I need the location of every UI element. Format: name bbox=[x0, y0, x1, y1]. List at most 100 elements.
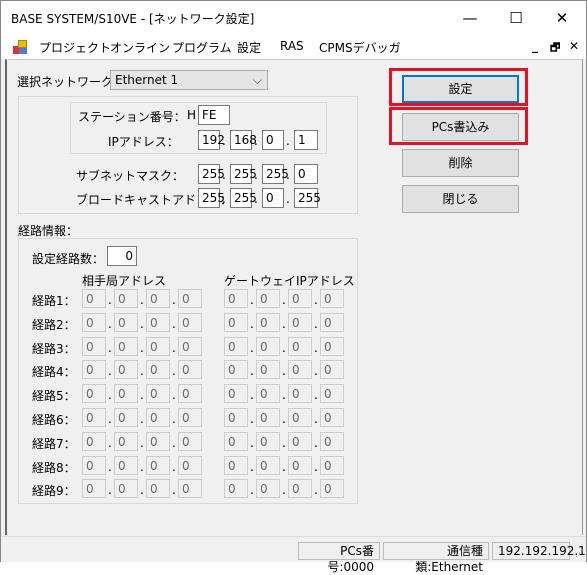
octet-separator: . bbox=[250, 435, 254, 450]
app-icon bbox=[13, 40, 27, 54]
octet-separator: . bbox=[172, 364, 176, 379]
route-gateway-octet-2: 0 bbox=[256, 384, 280, 404]
ip-address-octet-3[interactable]: 0 bbox=[262, 130, 284, 150]
route-dest-octet-4: 0 bbox=[178, 384, 202, 404]
octet-separator: . bbox=[250, 340, 254, 355]
octet-separator: . bbox=[140, 364, 144, 379]
route-dest-octet-2: 0 bbox=[114, 336, 138, 356]
ip-address-octet-1[interactable]: 192 bbox=[198, 130, 225, 150]
route-info-label: 経路情報： bbox=[18, 224, 79, 238]
octet-separator: . bbox=[282, 388, 286, 403]
menu-program[interactable]: プログラム bbox=[172, 39, 232, 56]
octet-separator: . bbox=[172, 412, 176, 426]
octet-separator: . bbox=[140, 459, 144, 474]
route-dest-octet-3: 0 bbox=[146, 336, 170, 356]
subnet-mask-octet-2[interactable]: 255 bbox=[230, 164, 257, 184]
octet-separator: . bbox=[108, 293, 112, 307]
route-gateway-octet-3: 0 bbox=[288, 289, 312, 308]
route-dest-octet-4: 0 bbox=[178, 336, 202, 356]
minimize-button[interactable]: — bbox=[447, 1, 493, 35]
octet-separator: . bbox=[222, 192, 226, 206]
octet-separator: . bbox=[250, 459, 254, 474]
route-dest-octet-1: 0 bbox=[82, 408, 106, 427]
route-gateway-octet-4: 0 bbox=[320, 479, 344, 499]
route-dest-octet-3: 0 bbox=[146, 431, 170, 451]
octet-separator: . bbox=[140, 316, 144, 331]
octet-separator: . bbox=[172, 388, 176, 403]
octet-separator: . bbox=[172, 340, 176, 355]
route-dest-octet-4: 0 bbox=[178, 408, 202, 427]
route-dest-octet-2: 0 bbox=[114, 455, 138, 475]
octet-separator: . bbox=[282, 435, 286, 450]
broadcast-address-octet-3[interactable]: 0 bbox=[262, 188, 284, 208]
octet-separator: . bbox=[140, 412, 144, 426]
menu-settings[interactable]: 設定 bbox=[237, 39, 261, 56]
gateway-ip-header: ゲートウェイIPアドレス bbox=[224, 274, 355, 288]
octet-separator: . bbox=[250, 388, 254, 403]
route-dest-octet-4: 0 bbox=[178, 455, 202, 475]
route-gateway-octet-2: 0 bbox=[256, 431, 280, 451]
octet-separator: . bbox=[314, 340, 318, 355]
mdi-restore-button[interactable]: 🗗 bbox=[550, 39, 560, 58]
octet-separator: . bbox=[140, 435, 144, 450]
title-bar: BASE SYSTEM/S10VE - [ネットワーク設定] — ☐ ✕ bbox=[1, 1, 586, 35]
route-dest-octet-2: 0 bbox=[114, 384, 138, 404]
chevron-down-icon: ⌵ bbox=[252, 73, 262, 87]
route-dest-octet-3: 0 bbox=[146, 479, 170, 499]
route-row-label: 経路7： bbox=[32, 436, 76, 451]
close-button[interactable]: 閉じる bbox=[402, 185, 519, 213]
route-gateway-octet-3: 0 bbox=[288, 431, 312, 451]
route-dest-octet-1: 0 bbox=[82, 455, 106, 475]
subnet-mask-octet-1[interactable]: 255 bbox=[198, 164, 225, 184]
route-gateway-octet-4: 0 bbox=[320, 289, 344, 308]
route-gateway-octet-3: 0 bbox=[288, 336, 312, 356]
route-gateway-octet-1: 0 bbox=[224, 455, 248, 475]
octet-separator: . bbox=[250, 412, 254, 426]
route-gateway-octet-1: 0 bbox=[224, 336, 248, 356]
route-row-label: 経路4： bbox=[32, 365, 76, 380]
pcs-write-button[interactable]: PCs書込み bbox=[402, 113, 519, 141]
octet-separator: . bbox=[282, 483, 286, 498]
menu-online[interactable]: オンライン bbox=[110, 39, 170, 56]
mdi-minimize-button[interactable]: _ bbox=[532, 39, 538, 53]
menu-cpms-debugger[interactable]: CPMSデバッガ bbox=[319, 39, 401, 56]
status-ip: 192.192.192.1 bbox=[492, 542, 586, 560]
maximize-button[interactable]: ☐ bbox=[493, 1, 539, 35]
broadcast-address-octet-4[interactable]: 255 bbox=[294, 188, 321, 208]
route-gateway-octet-3: 0 bbox=[288, 360, 312, 380]
subnet-mask-octet-3[interactable]: 255 bbox=[262, 164, 289, 184]
resize-grip-icon[interactable]: ⋰ bbox=[575, 549, 584, 559]
station-number-field[interactable]: FE bbox=[198, 105, 230, 125]
route-dest-octet-3: 0 bbox=[146, 384, 170, 404]
menu-project[interactable]: プロジェクト bbox=[39, 39, 111, 56]
set-button[interactable]: 設定 bbox=[402, 75, 519, 103]
network-select-label: 選択ネットワーク： bbox=[17, 75, 126, 89]
octet-separator: . bbox=[250, 483, 254, 498]
route-dest-octet-3: 0 bbox=[146, 408, 170, 427]
route-row-label: 経路6： bbox=[32, 413, 76, 427]
route-gateway-octet-3: 0 bbox=[288, 408, 312, 427]
ip-address-label: IPアドレス： bbox=[108, 135, 179, 149]
menu-ras[interactable]: RAS bbox=[280, 39, 304, 53]
route-gateway-octet-4: 0 bbox=[320, 431, 344, 451]
ip-address-octet-4[interactable]: 1 bbox=[294, 130, 318, 150]
octet-separator: . bbox=[286, 168, 290, 182]
close-window-button[interactable]: ✕ bbox=[539, 1, 585, 35]
route-gateway-octet-1: 0 bbox=[224, 479, 248, 499]
broadcast-address-octet-2[interactable]: 255 bbox=[230, 188, 257, 208]
subnet-mask-octet-4[interactable]: 0 bbox=[294, 164, 318, 184]
octet-separator: . bbox=[172, 293, 176, 307]
route-count-field[interactable]: 0 bbox=[107, 246, 137, 266]
route-gateway-octet-3: 0 bbox=[288, 312, 312, 332]
network-select[interactable]: Ethernet 1 ⌵ bbox=[110, 70, 268, 90]
route-gateway-octet-4: 0 bbox=[320, 455, 344, 475]
broadcast-address-octet-1[interactable]: 255 bbox=[198, 188, 225, 208]
route-gateway-octet-1: 0 bbox=[224, 312, 248, 332]
menu-bar: プロジェクト オンライン プログラム 設定 RAS CPMSデバッガ _ 🗗 ✕ bbox=[1, 35, 586, 59]
route-gateway-octet-2: 0 bbox=[256, 408, 280, 427]
mdi-close-button[interactable]: ✕ bbox=[569, 39, 579, 53]
route-dest-octet-3: 0 bbox=[146, 312, 170, 332]
ip-address-octet-2[interactable]: 168 bbox=[230, 130, 257, 150]
delete-button[interactable]: 削除 bbox=[402, 149, 519, 177]
route-gateway-octet-2: 0 bbox=[256, 455, 280, 475]
